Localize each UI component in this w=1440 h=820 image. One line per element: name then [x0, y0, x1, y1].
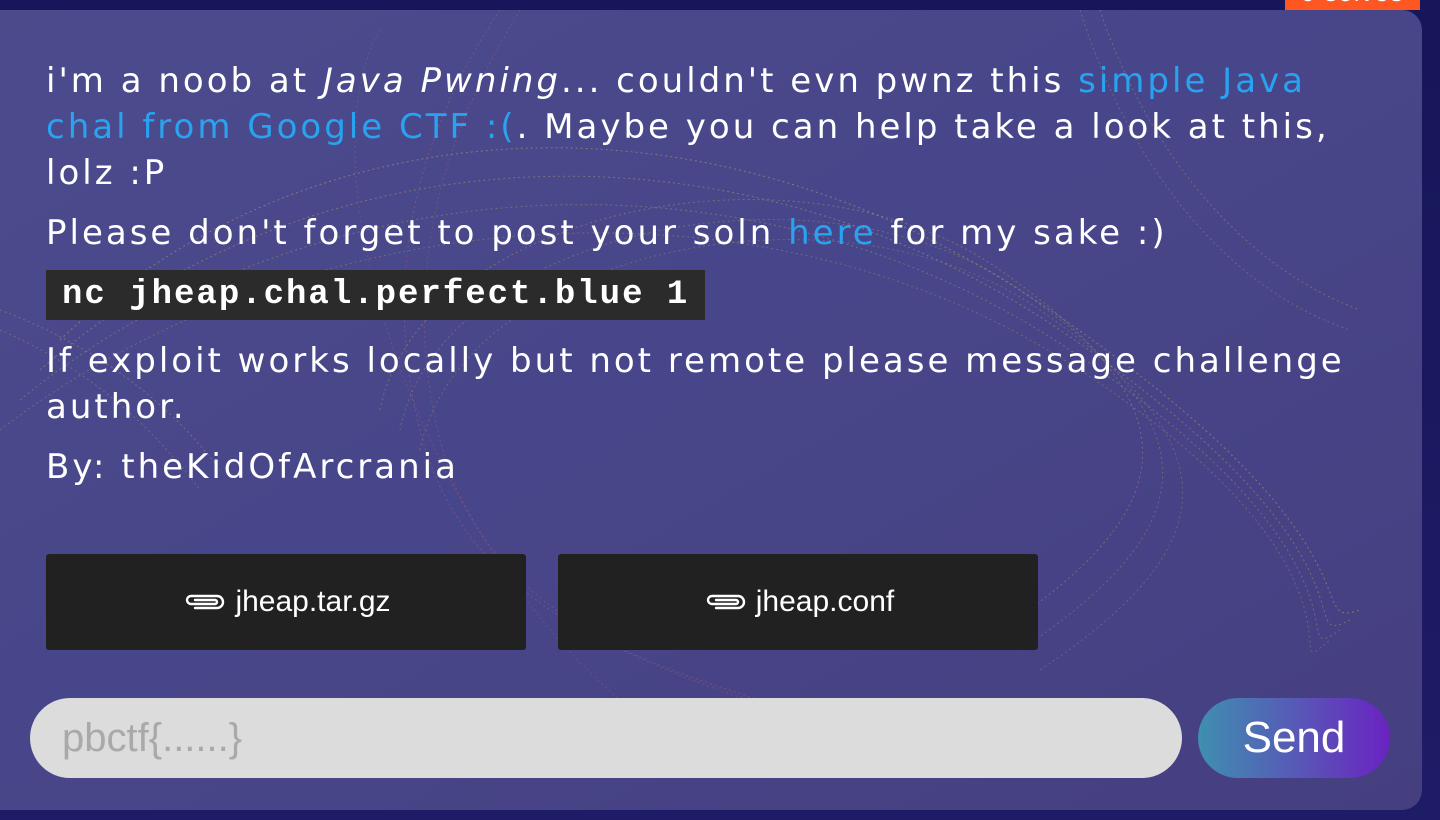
attachment-button-jheap-conf[interactable]: jheap.conf [558, 554, 1038, 650]
intro-middle-text: ... couldn't evn pwnz this [560, 61, 1079, 101]
connection-command: nc jheap.chal.perfect.blue 1 [46, 270, 706, 320]
solution-paragraph: Please don't forget to post your soln he… [46, 210, 1366, 256]
challenge-description: i'm a noob at Java Pwning... couldn't ev… [46, 58, 1366, 504]
author-line: By: theKidOfArcrania [46, 447, 459, 487]
flag-submit-form: Send [30, 698, 1390, 778]
paperclip-icon [706, 594, 745, 610]
page: i'm a noob at Java Pwning... couldn't ev… [0, 0, 1440, 820]
intro-text: i'm a noob at [46, 61, 323, 101]
challenge-card: i'm a noob at Java Pwning... couldn't ev… [0, 10, 1422, 810]
exploit-note: If exploit works locally but not remote … [46, 341, 1345, 427]
attachment-list: jheap.tar.gz jheap.conf [46, 554, 1038, 650]
attachment-button-jheap-tar-gz[interactable]: jheap.tar.gz [46, 554, 526, 650]
intro-emphasis: Java Pwning [322, 61, 561, 101]
attachment-name: jheap.conf [755, 585, 895, 618]
attachment-name: jheap.tar.gz [235, 585, 391, 618]
solves-badge: 0 solves [1284, 0, 1420, 10]
flag-input[interactable] [30, 698, 1182, 778]
intro-paragraph: i'm a noob at Java Pwning... couldn't ev… [46, 58, 1366, 196]
solution-pre-text: Please don't forget to post your soln [46, 213, 789, 253]
solution-here-link[interactable]: here [788, 213, 877, 253]
send-button[interactable]: Send [1198, 698, 1390, 778]
solution-post-text: for my sake :) [876, 213, 1168, 253]
paperclip-icon [186, 594, 225, 610]
